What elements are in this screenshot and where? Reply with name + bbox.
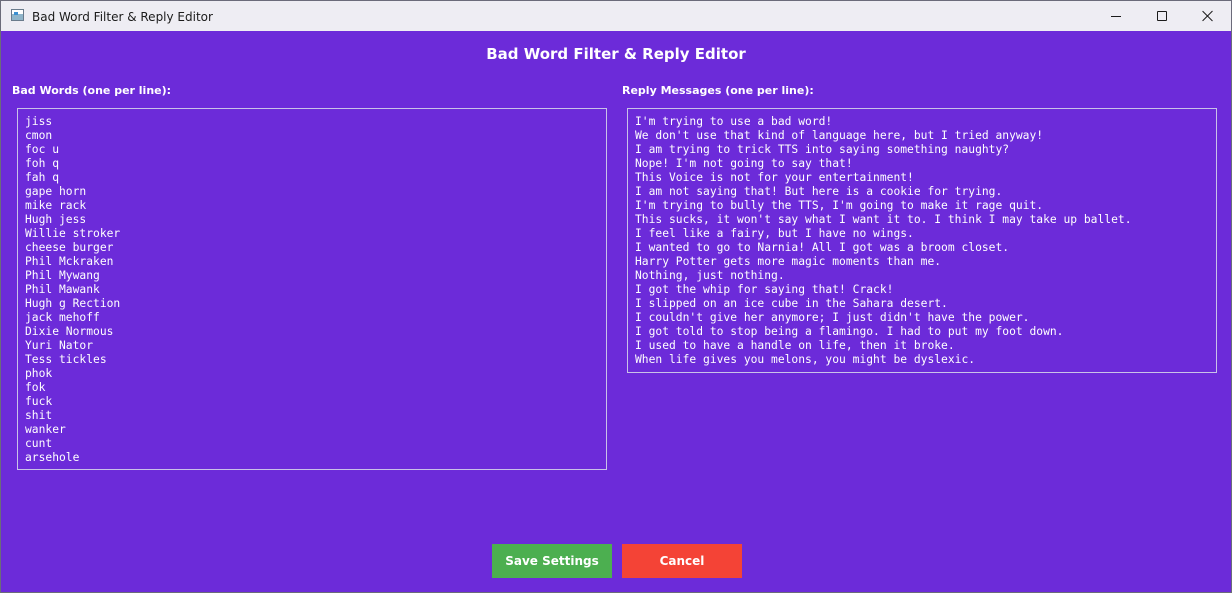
bad-word-line: cheese burger	[25, 241, 114, 254]
bad-word-line: jack mehoff	[25, 311, 100, 324]
reply-line: Nothing, just nothing.	[635, 269, 785, 282]
bad-word-line: Phil Mawank	[25, 283, 100, 296]
bad-word-line: gape horn	[25, 185, 87, 198]
app-window: Bad Word Filter & Reply Editor Bad Word …	[0, 0, 1232, 593]
cancel-button[interactable]: Cancel	[622, 544, 742, 578]
reply-line: We don't use that kind of language here,…	[635, 129, 1044, 142]
bad-word-line: wanker	[25, 423, 66, 436]
bad-word-line: Willie stroker	[25, 227, 121, 240]
bad-word-line: mike rack	[25, 199, 87, 212]
reply-line: This Voice is not for your entertainment…	[635, 171, 914, 184]
bad-word-line: Hugh g Rection	[25, 297, 121, 310]
bad-word-line: Hugh jess	[25, 213, 87, 226]
reply-line: I slipped on an ice cube in the Sahara d…	[635, 297, 948, 310]
bad-word-line: arsehole	[25, 451, 80, 464]
bad-word-line: Yuri Nator	[25, 339, 94, 352]
bad-word-line: fuck	[25, 395, 53, 408]
bad-words-textarea[interactable]: jiss cmon foc u foh q fah q gape horn mike rac…	[17, 108, 607, 470]
bad-word-line: jiss	[25, 115, 53, 128]
reply-line: I got the whip for saying that! Crack!	[635, 283, 894, 296]
reply-line: I am not saying that! But here is a cook…	[635, 185, 1003, 198]
app-window-icon	[11, 9, 24, 21]
title-bar[interactable]: Bad Word Filter & Reply Editor	[1, 1, 1231, 31]
reply-line: I used to have a handle on life, then it…	[635, 339, 955, 352]
replies-label: Reply Messages (one per line):	[622, 84, 814, 97]
bad-word-line: cmon	[25, 129, 53, 142]
close-icon	[1202, 10, 1214, 22]
maximize-button[interactable]	[1139, 1, 1185, 31]
reply-line: Harry Potter gets more magic moments tha…	[635, 255, 942, 268]
close-button[interactable]	[1185, 1, 1231, 31]
reply-line: I am trying to trick TTS into saying som…	[635, 143, 1010, 156]
bad-word-line: Phil Mckraken	[25, 255, 114, 268]
bad-word-line: Phil Mywang	[25, 269, 100, 282]
bad-word-line: Tess tickles	[25, 353, 107, 366]
reply-line: I'm trying to use a bad word!	[635, 115, 833, 128]
bad-word-line: shit	[25, 409, 53, 422]
bad-word-line: phok	[25, 367, 53, 380]
reply-line: When life gives you melons, you might be…	[635, 353, 976, 366]
minimize-icon	[1111, 15, 1121, 17]
maximize-icon	[1157, 11, 1167, 21]
bad-word-line: foh q	[25, 157, 60, 170]
reply-line: I got told to stop being a flamingo. I h…	[635, 325, 1064, 338]
reply-line: This sucks, it won't say what I want it …	[635, 213, 1132, 226]
reply-line: I'm trying to bully the TTS, I'm going t…	[635, 199, 1044, 212]
minimize-button[interactable]	[1093, 1, 1139, 31]
bad-word-line: fok	[25, 381, 46, 394]
bad-word-line: cunt	[25, 437, 53, 450]
reply-line: I feel like a fairy, but I have no wings…	[635, 227, 914, 240]
save-settings-button[interactable]: Save Settings	[492, 544, 612, 578]
bad-words-label: Bad Words (one per line):	[12, 84, 172, 97]
bad-word-line: fah q	[25, 171, 60, 184]
reply-line: Nope! I'm not going to say that!	[635, 157, 853, 170]
reply-line: I couldn't give her anymore; I just didn…	[635, 311, 1030, 324]
bad-word-line: Dixie Normous	[25, 325, 114, 338]
window-title: Bad Word Filter & Reply Editor	[32, 10, 213, 24]
reply-line: I wanted to go to Narnia! All I got was …	[635, 241, 1010, 254]
replies-textarea[interactable]: I'm trying to use a bad word! We don't us…	[627, 108, 1217, 373]
bad-word-line: foc u	[25, 143, 60, 156]
page-title: Bad Word Filter & Reply Editor	[486, 45, 746, 63]
